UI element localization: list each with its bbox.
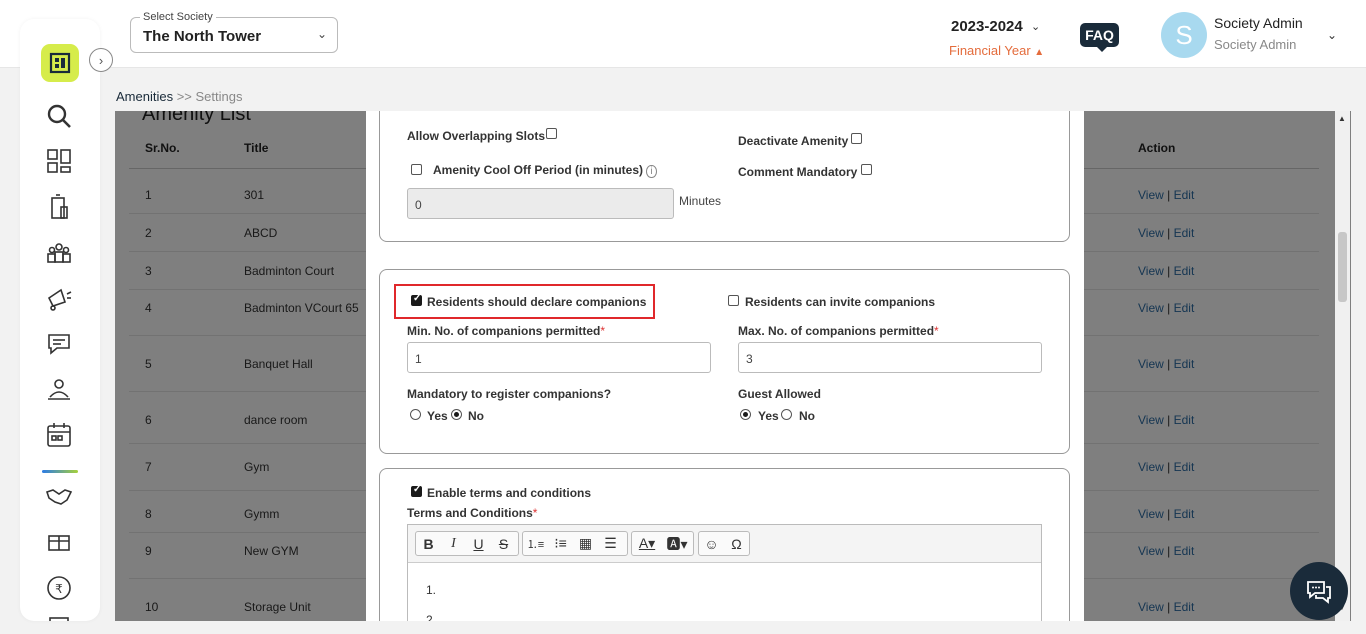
handshake-icon[interactable]	[44, 481, 74, 511]
editor-line-1: 1.	[426, 583, 437, 597]
scrollbar[interactable]: ▲ ▼	[1335, 111, 1350, 621]
chevron-down-icon: ⌄	[316, 27, 327, 41]
amenity-settings-modal: Allow Overlapping Slots Deactivate Ameni…	[366, 111, 1084, 621]
faq-button[interactable]: FAQ	[1080, 23, 1119, 52]
mandatory-register-no-radio[interactable]	[451, 409, 462, 420]
guest-allowed-no-label: No	[799, 409, 815, 423]
guest-allowed-yes-label: Yes	[758, 409, 779, 423]
comment-mandatory-checkbox[interactable]	[861, 164, 872, 175]
financial-year-select[interactable]: 2023-2024	[951, 18, 1023, 35]
invite-companions-label: Residents can invite companions	[745, 295, 936, 309]
min-companions-label: Min. No. of companions permitted*	[407, 324, 606, 338]
sidebar-toggle-button[interactable]: ›	[89, 48, 113, 72]
italic-icon[interactable]: I	[441, 532, 466, 555]
scrollbar-thumb[interactable]	[1338, 232, 1347, 302]
breadcrumb-separator: >>	[176, 89, 192, 104]
enable-terms-label: Enable terms and conditions	[427, 486, 592, 500]
scroll-up-icon[interactable]: ▲	[1338, 114, 1346, 123]
chat-support-button[interactable]	[1290, 562, 1348, 620]
guest-allowed-no-radio[interactable]	[781, 409, 792, 420]
active-indicator	[42, 470, 78, 473]
highlight-box	[394, 284, 655, 319]
min-companions-input[interactable]: 1	[407, 342, 711, 373]
cool-off-checkbox[interactable]	[411, 164, 422, 175]
chevron-right-icon: ›	[98, 52, 104, 68]
svg-text:₹: ₹	[55, 582, 63, 596]
max-companions-input[interactable]: 3	[738, 342, 1042, 373]
chevron-down-icon[interactable]: ⌄	[1031, 20, 1040, 33]
society-select[interactable]: Select Society The North Tower ⌄	[130, 11, 338, 53]
insert-group: ☺ Ω	[698, 531, 750, 556]
slot-settings-card: Allow Overlapping Slots Deactivate Ameni…	[379, 111, 1070, 242]
enable-terms-checkbox[interactable]	[411, 484, 422, 497]
breadcrumb-amenities[interactable]: Amenities	[116, 89, 173, 104]
comment-mandatory-label: Comment Mandatory	[738, 165, 858, 179]
mandatory-register-label: Mandatory to register companions?	[407, 387, 612, 401]
search-icon[interactable]	[44, 101, 74, 131]
info-icon[interactable]: i	[646, 165, 657, 178]
mandatory-register-yes-radio[interactable]	[410, 409, 421, 420]
rupee-icon[interactable]: ₹	[44, 573, 74, 603]
deactivate-label: Deactivate Amenity	[738, 134, 849, 148]
mandatory-register-yes-label: Yes	[427, 409, 448, 423]
dashboard-icon[interactable]	[44, 146, 74, 176]
editor-line-2: 2.	[426, 613, 437, 621]
financial-year-label: Financial Year ▲	[949, 43, 1045, 58]
breadcrumb-settings: Settings	[195, 89, 243, 104]
list-group: ⒈≡ ⁝≡ ▦ ☰	[522, 531, 628, 556]
allow-overlapping-label: Allow Overlapping Slots	[407, 129, 546, 143]
editor-toolbar: B I U S ⒈≡ ⁝≡ ▦ ☰ A▾ 🅰▾ ☺ Ω	[408, 525, 1041, 563]
deactivate-checkbox[interactable]	[851, 133, 862, 144]
mandatory-register-no-label: No	[468, 409, 484, 423]
document-icon[interactable]	[44, 613, 74, 621]
cool-off-input[interactable]: 0	[407, 188, 674, 219]
announcement-icon[interactable]	[44, 283, 74, 313]
terms-editor[interactable]: B I U S ⒈≡ ⁝≡ ▦ ☰ A▾ 🅰▾ ☺ Ω 1. 2.	[407, 524, 1042, 621]
bulleted-list-icon[interactable]: ⁝≡	[548, 532, 573, 555]
guest-allowed-label: Guest Allowed	[738, 387, 821, 401]
user-name[interactable]: Society Admin	[1214, 15, 1303, 31]
strikethrough-icon[interactable]: S	[491, 532, 516, 555]
sidebar: ₹	[20, 19, 100, 621]
max-companions-label: Max. No. of companions permitted*	[738, 324, 939, 338]
calendar-icon[interactable]	[44, 420, 74, 450]
user-role: Society Admin	[1214, 37, 1297, 52]
numbered-list-icon[interactable]: ⒈≡	[523, 532, 548, 555]
color-group: A▾ 🅰▾	[631, 531, 694, 556]
app-logo[interactable]	[41, 44, 79, 82]
format-group: B I U S	[415, 531, 519, 556]
terms-label: Terms and Conditions*	[407, 506, 538, 520]
special-character-icon[interactable]: Ω	[724, 532, 749, 555]
building-icon[interactable]	[44, 192, 74, 222]
minutes-unit: Minutes	[679, 194, 722, 208]
invite-companions-checkbox[interactable]	[728, 295, 739, 306]
community-icon[interactable]	[44, 238, 74, 268]
table-icon[interactable]: ▦	[573, 532, 598, 555]
gift-icon[interactable]	[44, 527, 74, 557]
chat-icon[interactable]	[44, 328, 74, 358]
helpdesk-icon[interactable]	[44, 374, 74, 404]
avatar[interactable]: S	[1161, 12, 1207, 58]
terms-card: Enable terms and conditions Terms and Co…	[379, 468, 1070, 621]
background-color-icon[interactable]: 🅰▾	[662, 532, 692, 555]
breadcrumb: Amenities >> Settings	[116, 89, 243, 104]
top-header: Select Society The North Tower ⌄ 2023-20…	[0, 0, 1366, 68]
bold-icon[interactable]: B	[416, 532, 441, 555]
horizontal-rule-icon[interactable]: ☰	[598, 532, 623, 555]
emoji-icon[interactable]: ☺	[699, 532, 724, 555]
society-select-label: Select Society	[140, 11, 216, 23]
allow-overlapping-checkbox[interactable]	[546, 128, 557, 139]
text-color-icon[interactable]: A▾	[632, 532, 662, 555]
logo-icon	[49, 52, 71, 74]
society-select-value: The North Tower	[143, 28, 262, 45]
chat-bubbles-icon	[1307, 581, 1331, 604]
cool-off-label: Amenity Cool Off Period (in minutes) i	[433, 163, 657, 178]
chevron-down-icon[interactable]: ⌄	[1327, 28, 1337, 42]
guest-allowed-yes-radio[interactable]	[740, 409, 751, 420]
underline-icon[interactable]: U	[466, 532, 491, 555]
warning-icon: ▲	[1034, 47, 1045, 58]
